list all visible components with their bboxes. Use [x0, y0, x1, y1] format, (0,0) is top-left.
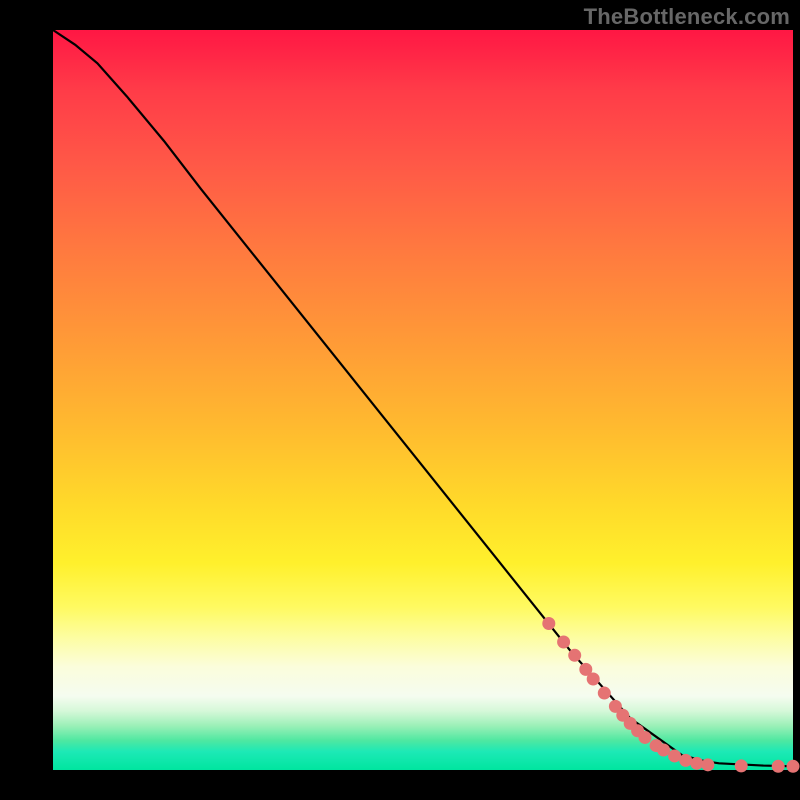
data-marker — [668, 749, 681, 762]
data-marker — [701, 758, 714, 771]
plot-area — [53, 30, 793, 770]
data-markers-group — [542, 617, 799, 773]
data-marker — [657, 744, 670, 757]
data-marker — [557, 635, 570, 648]
data-marker — [639, 731, 652, 744]
data-marker — [542, 617, 555, 630]
chart-frame: TheBottleneck.com — [0, 0, 800, 800]
data-marker — [679, 754, 692, 767]
data-marker — [568, 649, 581, 662]
chart-overlay-svg — [53, 30, 793, 770]
data-marker — [690, 757, 703, 770]
data-marker — [735, 759, 748, 772]
data-marker — [772, 760, 785, 773]
watermark-text: TheBottleneck.com — [584, 4, 790, 30]
data-marker — [587, 672, 600, 685]
data-marker — [598, 687, 611, 700]
data-curve — [53, 30, 793, 766]
data-marker — [787, 760, 800, 773]
